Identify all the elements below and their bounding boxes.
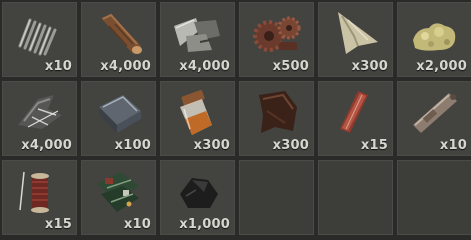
inventory-slot-13[interactable]: x15 bbox=[2, 160, 77, 235]
low-grade-fuel-jar-icon bbox=[180, 90, 212, 135]
item-quantity: x500 bbox=[272, 59, 309, 74]
cloth-icon bbox=[338, 12, 378, 54]
item-quantity: x10 bbox=[44, 59, 72, 74]
inventory-slot-5[interactable]: x300 bbox=[318, 2, 393, 77]
sulfur-ore-icon bbox=[413, 23, 456, 51]
wood-log-icon bbox=[101, 13, 142, 54]
item-quantity: x10 bbox=[123, 217, 151, 232]
item-quantity: x4,000 bbox=[179, 59, 230, 74]
tech-trash-icon bbox=[97, 172, 139, 212]
inventory-slot-8[interactable]: x100 bbox=[81, 81, 156, 156]
inventory-slot-12[interactable]: x10 bbox=[397, 81, 471, 156]
metal-fragments-icon bbox=[174, 18, 220, 52]
metal-pipe-icon bbox=[413, 93, 457, 133]
item-quantity: x100 bbox=[114, 138, 151, 153]
inventory-slot-1[interactable]: x10 bbox=[2, 2, 77, 77]
inventory-slot-17[interactable] bbox=[318, 160, 393, 235]
inventory-grid: x10 x4,000 x4,000 x500 x300 x2,000 x4,00… bbox=[0, 0, 471, 240]
inventory-slot-9[interactable]: x300 bbox=[160, 81, 235, 156]
item-quantity: x4,000 bbox=[21, 138, 72, 153]
inventory-slot-2[interactable]: x4,000 bbox=[81, 2, 156, 77]
inventory-slot-7[interactable]: x4,000 bbox=[2, 81, 77, 156]
inventory-slot-16[interactable] bbox=[239, 160, 314, 235]
inventory-slot-4[interactable]: x500 bbox=[239, 2, 314, 77]
inventory-slot-15[interactable]: x1,000 bbox=[160, 160, 235, 235]
high-quality-metal-icon bbox=[99, 95, 141, 133]
gears-icon bbox=[253, 16, 301, 52]
inventory-slot-18[interactable] bbox=[397, 160, 471, 235]
item-quantity: x300 bbox=[193, 138, 230, 153]
item-quantity: x300 bbox=[272, 138, 309, 153]
item-quantity: x300 bbox=[351, 59, 388, 74]
road-sign-icon bbox=[340, 91, 368, 133]
item-quantity: x10 bbox=[439, 138, 467, 153]
coal-icon bbox=[180, 178, 218, 208]
item-quantity: x4,000 bbox=[100, 59, 151, 74]
item-quantity: x2,000 bbox=[416, 59, 467, 74]
item-quantity: x15 bbox=[360, 138, 388, 153]
inventory-slot-14[interactable]: x10 bbox=[81, 160, 156, 235]
item-quantity: x1,000 bbox=[179, 217, 230, 232]
sewing-kit-icon bbox=[19, 171, 49, 213]
inventory-slot-11[interactable]: x15 bbox=[318, 81, 393, 156]
spring-icon bbox=[18, 18, 57, 56]
scrap-tarp-icon bbox=[18, 95, 62, 129]
inventory-slot-3[interactable]: x4,000 bbox=[160, 2, 235, 77]
leather-icon bbox=[259, 91, 297, 133]
inventory-slot-10[interactable]: x300 bbox=[239, 81, 314, 156]
inventory-slot-6[interactable]: x2,000 bbox=[397, 2, 471, 77]
item-quantity: x15 bbox=[44, 217, 72, 232]
